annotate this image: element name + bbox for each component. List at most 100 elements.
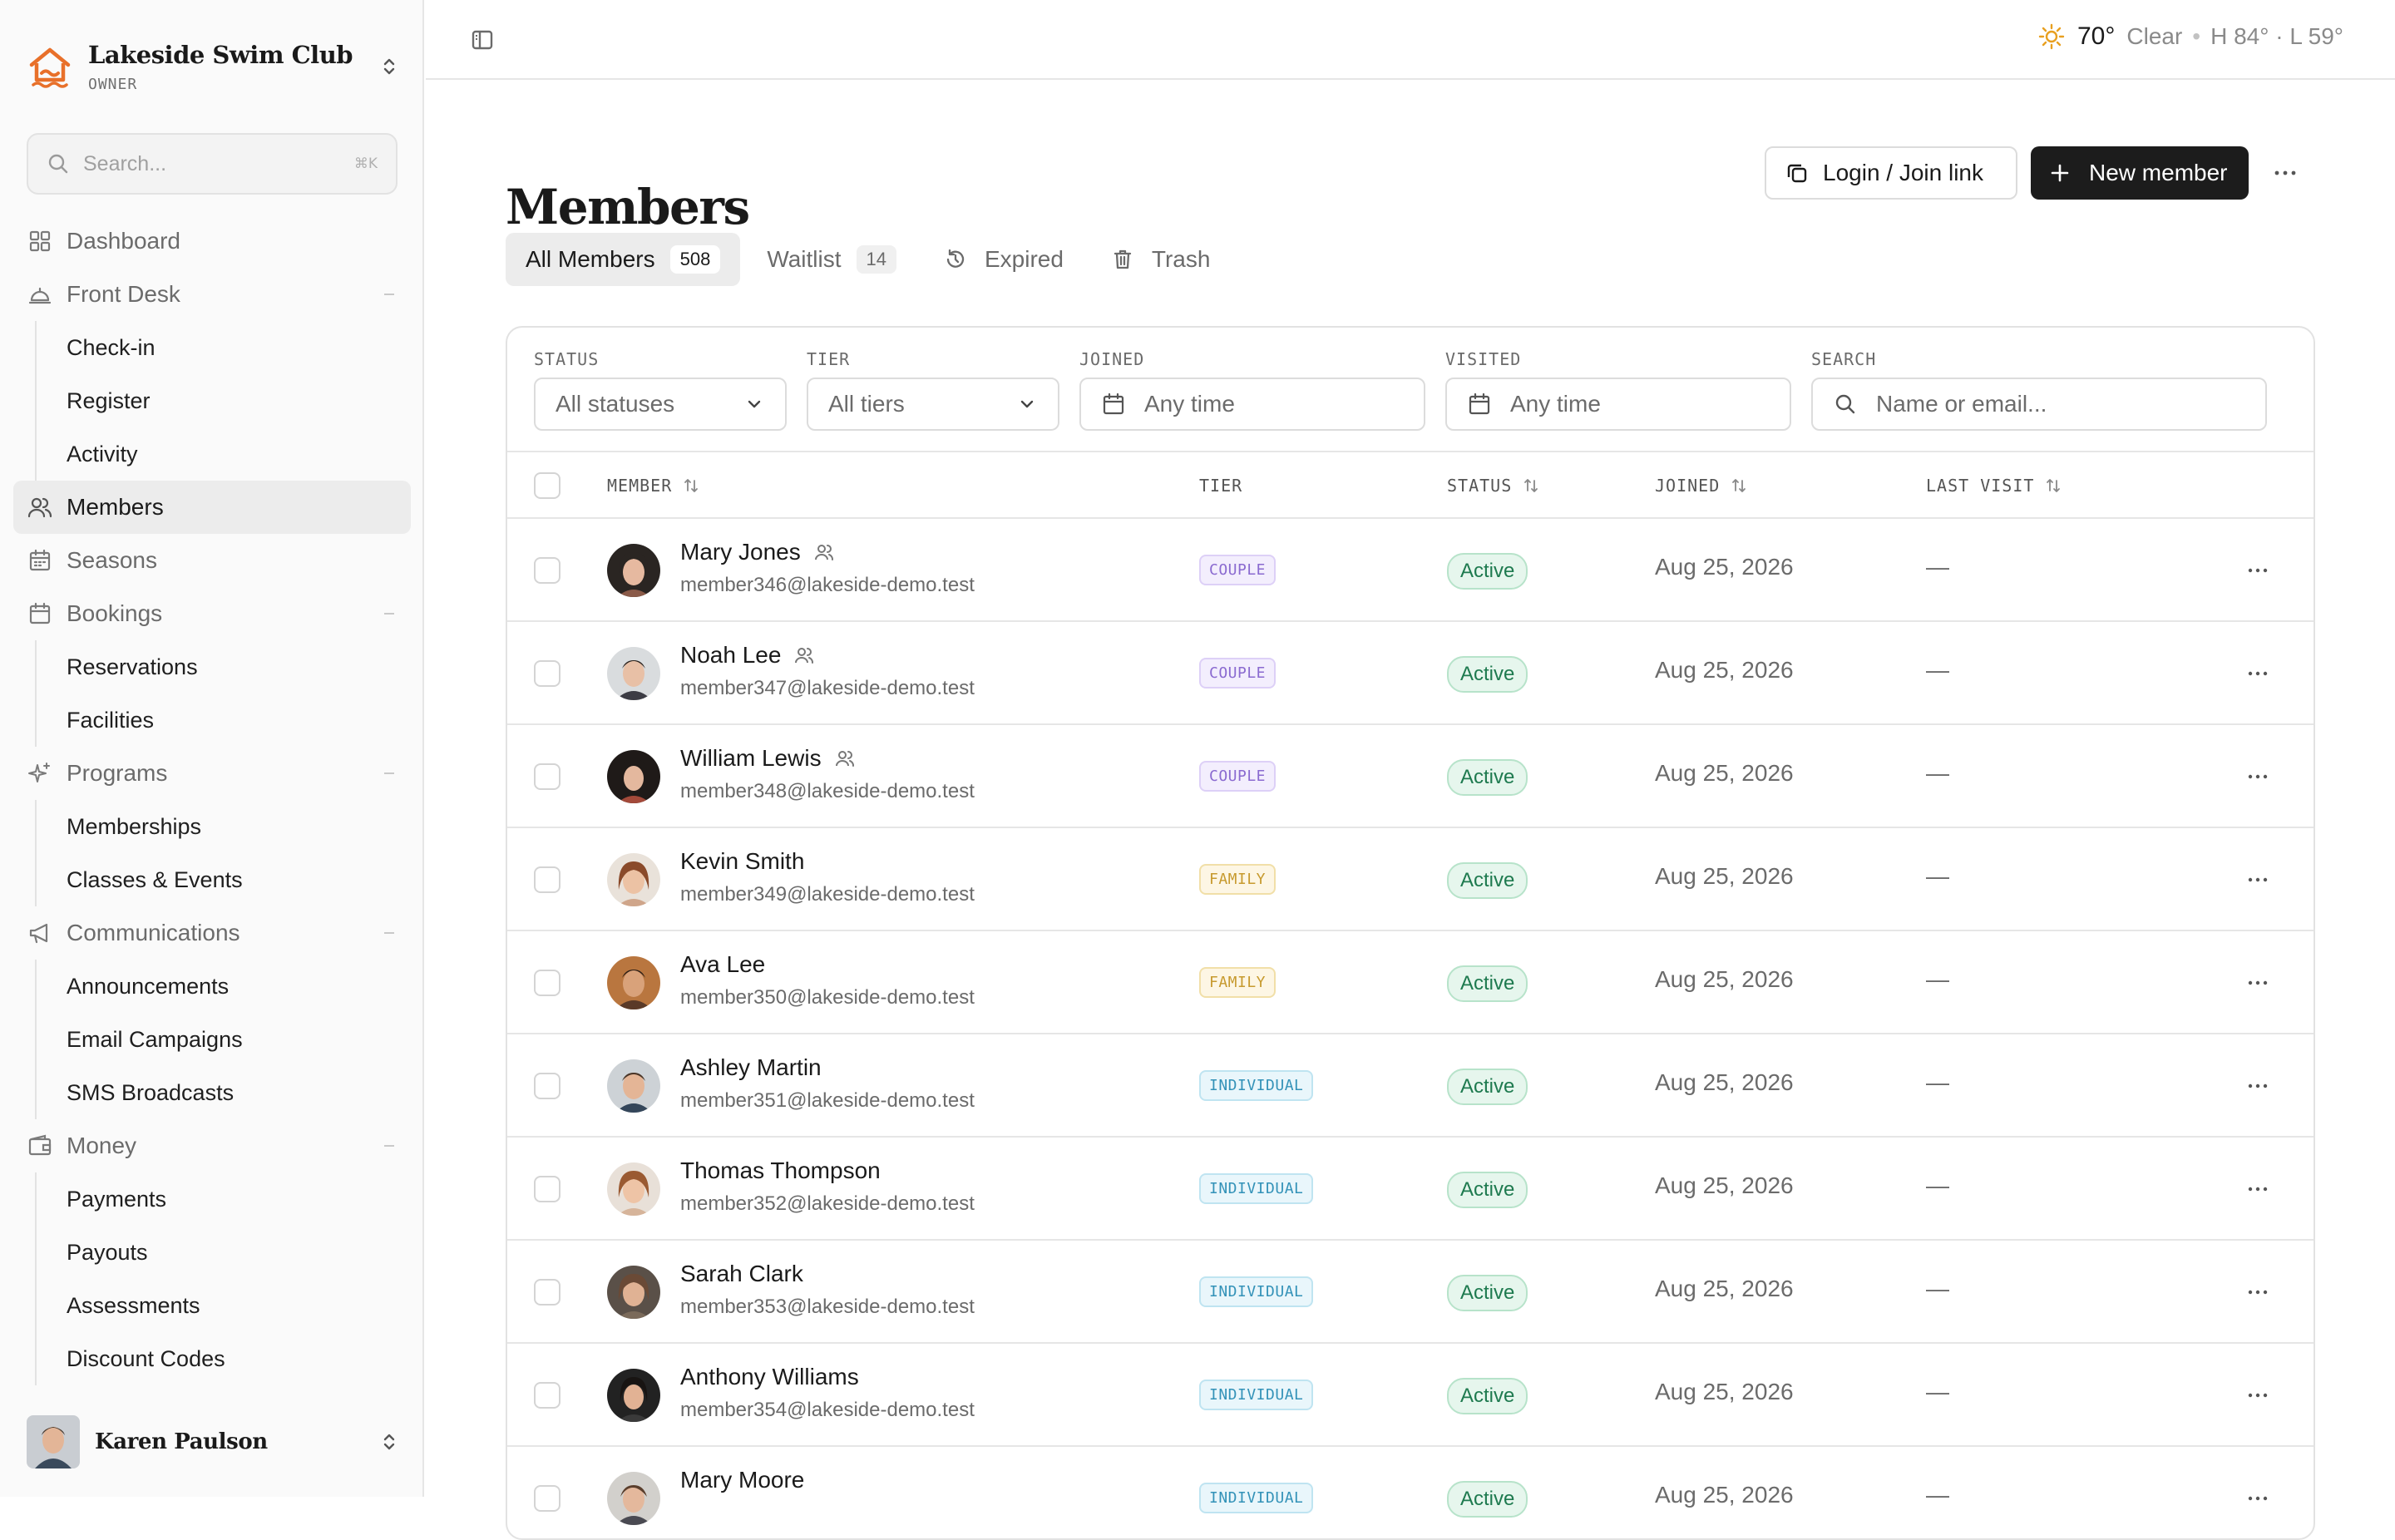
row-checkbox[interactable]	[534, 1485, 560, 1512]
row-more-icon[interactable]	[2245, 1076, 2270, 1096]
sidebar-item-assessments[interactable]: Assessments	[67, 1279, 411, 1332]
trash-icon	[1114, 249, 1132, 269]
table-row[interactable]: Mary Jones member346@lakeside-demo.test …	[507, 519, 2314, 622]
table-row[interactable]: Kevin Smith member349@lakeside-demo.test…	[507, 828, 2314, 931]
member-name[interactable]: Noah Lee	[680, 642, 816, 669]
visited-date-picker[interactable]: Any time	[1445, 378, 1791, 431]
select-all-checkbox[interactable]	[534, 472, 560, 499]
sidebar-item-communications[interactable]: Communications	[13, 906, 411, 960]
sidebar-item-programs[interactable]: Programs	[13, 747, 411, 800]
sidebar-item-payouts[interactable]: Payouts	[67, 1226, 411, 1279]
member-name[interactable]: William Lewis	[680, 745, 857, 772]
sidebar-item-front-desk[interactable]: Front Desk	[13, 268, 411, 321]
tier-badge: COUPLE	[1199, 658, 1277, 689]
member-name[interactable]: Mary Jones	[680, 539, 836, 565]
member-name[interactable]: Sarah Clark	[680, 1261, 803, 1287]
table-row[interactable]: Ava Lee member350@lakeside-demo.test FAM…	[507, 931, 2314, 1034]
table-row[interactable]: Thomas Thompson member352@lakeside-demo.…	[507, 1138, 2314, 1241]
table-row[interactable]: Anthony Williams member354@lakeside-demo…	[507, 1344, 2314, 1447]
joined-date-picker[interactable]: Any time	[1079, 378, 1425, 431]
sidebar-search[interactable]: Search... ⌘K	[27, 133, 398, 195]
user-menu[interactable]: Karen Paulson	[27, 1414, 401, 1470]
row-more-icon[interactable]	[2245, 560, 2270, 580]
table-row[interactable]: Mary Moore INDIVIDUAL Active Aug 25, 202…	[507, 1447, 2314, 1538]
column-status[interactable]: STATUS	[1447, 452, 1540, 519]
row-more-icon[interactable]	[2245, 1488, 2270, 1508]
row-more-icon[interactable]	[2245, 1282, 2270, 1302]
row-more-icon[interactable]	[2245, 973, 2270, 993]
sidebar-item-memberships[interactable]: Memberships	[67, 800, 411, 853]
member-name[interactable]: Thomas Thompson	[680, 1157, 881, 1184]
member-name[interactable]: Mary Moore	[680, 1467, 804, 1493]
row-checkbox[interactable]	[534, 557, 560, 584]
table-row[interactable]: William Lewis member348@lakeside-demo.te…	[507, 725, 2314, 828]
column-last-visit[interactable]: LAST VISIT	[1926, 452, 2062, 519]
tab-waitlist[interactable]: Waitlist 14	[747, 233, 916, 286]
joined-date: Aug 25, 2026	[1655, 760, 1794, 786]
row-more-icon[interactable]	[2245, 1179, 2270, 1199]
row-more-icon[interactable]	[2245, 1385, 2270, 1405]
tab-expired[interactable]: Expired	[923, 233, 1084, 286]
member-search-input[interactable]: Name or email...	[1811, 378, 2267, 431]
sidebar-item-dashboard[interactable]: Dashboard	[13, 215, 411, 268]
table-row[interactable]: Noah Lee member347@lakeside-demo.test CO…	[507, 622, 2314, 725]
row-more-icon[interactable]	[2245, 870, 2270, 890]
member-name-text: Mary Moore	[680, 1467, 805, 1493]
member-tabs: All Members 508 Waitlist 14 Expired Tras…	[506, 233, 1237, 286]
login-join-link-button[interactable]: Login / Join link	[1765, 146, 2017, 200]
joined-date: Aug 25, 2026	[1655, 1069, 1794, 1095]
sidebar-item-payments[interactable]: Payments	[67, 1172, 411, 1226]
member-name-text: Mary Jones	[680, 539, 801, 565]
row-checkbox[interactable]	[534, 763, 560, 790]
sidebar-toggle-icon[interactable]	[467, 25, 497, 55]
sidebar-item-bookings[interactable]: Bookings	[13, 587, 411, 640]
search-placeholder: Name or email...	[1876, 391, 2047, 417]
member-name[interactable]: Ashley Martin	[680, 1054, 822, 1081]
more-horizontal-icon[interactable]	[2270, 160, 2300, 186]
club-switcher[interactable]: Lakeside Swim Club OWNER	[27, 33, 401, 100]
table-row[interactable]: Sarah Clark member353@lakeside-demo.test…	[507, 1241, 2314, 1344]
row-checkbox[interactable]	[534, 1073, 560, 1099]
member-name[interactable]: Anthony Williams	[680, 1364, 859, 1390]
sidebar-item-discount-codes[interactable]: Discount Codes	[67, 1332, 411, 1385]
row-checkbox[interactable]	[534, 1279, 560, 1306]
column-member[interactable]: MEMBER	[607, 452, 700, 519]
sidebar-item-register[interactable]: Register	[67, 374, 411, 427]
sidebar-item-label: Communications	[67, 920, 240, 945]
sidebar-item-facilities[interactable]: Facilities	[67, 693, 411, 747]
row-checkbox[interactable]	[534, 1382, 560, 1409]
row-checkbox[interactable]	[534, 970, 560, 996]
status-select[interactable]: All statuses	[534, 378, 787, 431]
sidebar-item-members[interactable]: Members	[13, 481, 411, 534]
row-checkbox[interactable]	[534, 660, 560, 687]
tab-all-members[interactable]: All Members 508	[506, 233, 741, 286]
sidebar-item-email-campaigns[interactable]: Email Campaigns	[67, 1013, 411, 1066]
column-joined[interactable]: JOINED	[1655, 452, 1748, 519]
row-checkbox[interactable]	[534, 1176, 560, 1202]
table-row[interactable]: Ashley Martin member351@lakeside-demo.te…	[507, 1034, 2314, 1138]
row-more-icon[interactable]	[2245, 767, 2270, 787]
sidebar-item-reservations[interactable]: Reservations	[67, 640, 411, 693]
new-member-button[interactable]: New member	[2031, 146, 2249, 200]
tab-trash[interactable]: Trash	[1090, 233, 1231, 286]
sidebar-item-check-in[interactable]: Check-in	[67, 321, 411, 374]
sidebar-item-announcements[interactable]: Announcements	[67, 960, 411, 1013]
filter-value: Any time	[1144, 391, 1235, 417]
member-name[interactable]: Ava Lee	[680, 951, 765, 978]
sidebar-search-placeholder: Search...	[83, 151, 167, 175]
chevron-down-icon	[1020, 400, 1034, 408]
sidebar-item-activity[interactable]: Activity	[67, 427, 411, 481]
sidebar-item-seasons[interactable]: Seasons	[13, 534, 411, 587]
row-more-icon[interactable]	[2245, 664, 2270, 684]
sidebar-item-money[interactable]: Money	[13, 1119, 411, 1172]
joined-date: Aug 25, 2026	[1655, 863, 1794, 889]
sidebar-item-label: Seasons	[67, 547, 157, 573]
tier-badge: INDIVIDUAL	[1199, 1276, 1314, 1307]
club-name: Lakeside Swim Club	[88, 40, 353, 69]
users-icon	[27, 497, 52, 518]
sidebar-item-sms-broadcasts[interactable]: SMS Broadcasts	[67, 1066, 411, 1119]
row-checkbox[interactable]	[534, 866, 560, 893]
sidebar-item-classes-events[interactable]: Classes & Events	[67, 853, 411, 906]
member-name[interactable]: Kevin Smith	[680, 848, 804, 875]
tier-select[interactable]: All tiers	[807, 378, 1059, 431]
